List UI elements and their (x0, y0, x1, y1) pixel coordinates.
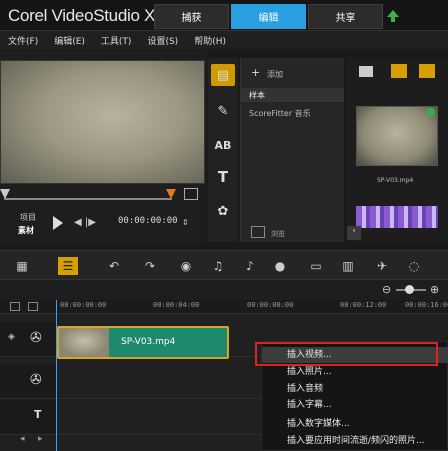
undo-icon[interactable]: ↶ (104, 257, 124, 275)
play-icon[interactable] (53, 216, 63, 230)
browse-label[interactable]: 浏览 (271, 229, 285, 239)
playhead[interactable] (56, 300, 57, 451)
media-thumbnail-2[interactable] (356, 206, 438, 228)
library-category-bar: ▤ ✎ AB T ✿ (208, 58, 238, 242)
check-icon (427, 108, 435, 116)
ruler-tick: 00:00:00:00 (60, 301, 107, 309)
library-item-samples[interactable]: 样本 (241, 88, 344, 102)
tab-share[interactable]: 共享 (308, 4, 383, 29)
media-panel: SP-V03.mp4 ‹ (347, 58, 448, 242)
media-thumbnail[interactable] (356, 106, 438, 166)
title-icon[interactable]: T (211, 166, 235, 188)
thumbnail-label: SP-V03.mp4 (377, 177, 414, 184)
instant-project-icon[interactable]: ✎ (211, 100, 235, 122)
menu-help[interactable]: 帮助(H) (186, 34, 234, 47)
timeline-toolbar: ▦ ☰ ↶ ↷ ◉ ♫ ♪ ● ▭ ▥ ✈ ◌ (0, 250, 448, 280)
graphics-icon[interactable]: ✿ (211, 200, 235, 222)
menu-file[interactable]: 文件(F) (0, 34, 46, 47)
menu-settings[interactable]: 设置(S) (139, 34, 186, 47)
subtitle-editor-icon[interactable]: ▭ (306, 257, 326, 275)
title-track-icon: T (34, 408, 42, 421)
timeline-view-icon[interactable]: ☰ (58, 257, 78, 275)
multi-camera-icon[interactable]: ◌ (404, 257, 424, 275)
ruler-tick: 00:00:04:00 (153, 301, 200, 309)
film-reel-icon: ✇ (30, 330, 42, 346)
add-label[interactable]: 添加 (267, 69, 283, 80)
ruler-tick: 00:00:12:00 (340, 301, 387, 309)
media-library-icon[interactable]: ▤ (211, 64, 235, 86)
menu-insert-digital-media[interactable]: 插入数字媒体... (262, 416, 448, 432)
menu-insert-audio[interactable]: 插入音频 (262, 381, 448, 397)
mode-clip[interactable]: 素材 (18, 225, 34, 236)
zoom-out-icon[interactable]: ⊖ (382, 283, 391, 296)
folder-icon[interactable] (359, 66, 373, 77)
video-clip[interactable]: SP-V03.mp4 (57, 326, 229, 359)
library-item-scorefitter[interactable]: ScoreFitter 音乐 (249, 108, 311, 119)
scroll-right-arrow-icon[interactable]: ▸ (38, 434, 43, 444)
mode-project[interactable]: 项目 (20, 212, 36, 223)
menu-edit[interactable]: 编辑(E) (46, 34, 93, 47)
zoom-bar: ⊖ ⊕ (0, 280, 448, 300)
library-tree: + 添加 样本 ScoreFitter 音乐 浏览 (240, 58, 344, 242)
zoom-slider-handle[interactable] (405, 285, 414, 294)
photo-filter-icon[interactable] (419, 64, 435, 78)
library-item-label: 样本 (249, 91, 265, 100)
tab-capture[interactable]: 捕获 (154, 4, 229, 29)
zoom-in-icon[interactable]: ⊕ (430, 283, 439, 296)
storyboard-view-icon[interactable]: ▦ (12, 257, 32, 275)
sound-mixer-icon[interactable]: ♫ (208, 257, 228, 275)
timeline-ruler[interactable]: 00:00:00:00 00:00:04:00 00:00:08:00 00:0… (0, 300, 448, 314)
time-remap-icon[interactable]: ✈ (372, 257, 392, 275)
menu-tools[interactable]: 工具(T) (93, 34, 140, 47)
scroll-left-icon[interactable]: ‹ (347, 226, 361, 240)
clip-label: SP-V03.mp4 (121, 337, 176, 347)
highlight-box (255, 342, 438, 366)
scroll-left-arrow-icon[interactable]: ◂ (20, 434, 25, 444)
menu-bar: 文件(F) 编辑(E) 工具(T) 设置(S) 帮助(H) (0, 31, 448, 49)
record-capture-icon[interactable]: ◉ (176, 257, 196, 275)
menu-insert-photo[interactable]: 插入照片... (262, 364, 448, 380)
timecode-display[interactable]: 00:00:00:00 (118, 216, 178, 230)
transition-icon[interactable]: AB (211, 134, 235, 156)
clip-thumbnail (59, 328, 109, 357)
scrub-bar[interactable] (0, 186, 176, 202)
video-filter-icon[interactable] (391, 64, 407, 78)
multi-trim-icon[interactable]: ▥ (338, 257, 358, 275)
upload-arrow-icon[interactable] (386, 9, 400, 23)
step-back-forward-icon[interactable]: ◀ |▶ (74, 217, 96, 228)
overlay-track-header: ✇ (0, 364, 56, 399)
title-track-header: T (0, 400, 56, 435)
motion-tracking-icon[interactable]: ● (270, 257, 290, 275)
timecode-spinner-icon[interactable]: ⇕ (182, 218, 189, 227)
track-lock-icon[interactable]: ◈ (8, 332, 15, 342)
add-folder-icon[interactable]: + (251, 66, 260, 79)
auto-music-icon[interactable]: ♪ (240, 257, 260, 275)
ruler-tick: 00:00:08:00 (247, 301, 294, 309)
copy-frame-icon[interactable] (184, 188, 198, 200)
ruler-tick: 00:00:16:00 (405, 301, 448, 309)
tab-edit[interactable]: 编辑 (231, 4, 306, 29)
browse-icon[interactable] (251, 226, 265, 238)
menu-insert-timelapse-photo[interactable]: 插入要应用时间流逝/频闪的照片... (262, 433, 448, 449)
track-manager-icon[interactable] (10, 302, 20, 311)
app-logo: Corel VideoStudio X10 (8, 6, 174, 25)
overlay-reel-icon: ✇ (30, 372, 42, 388)
title-bar: Corel VideoStudio X10 捕获 编辑 共享 (0, 0, 448, 31)
preview-window (0, 60, 205, 184)
video-track-header: ◈ ✇ (0, 322, 56, 357)
menu-insert-subtitle[interactable]: 插入字幕... (262, 397, 448, 413)
chapter-point-icon[interactable] (28, 302, 38, 311)
scrub-track[interactable] (4, 198, 172, 200)
redo-icon[interactable]: ↷ (140, 257, 160, 275)
